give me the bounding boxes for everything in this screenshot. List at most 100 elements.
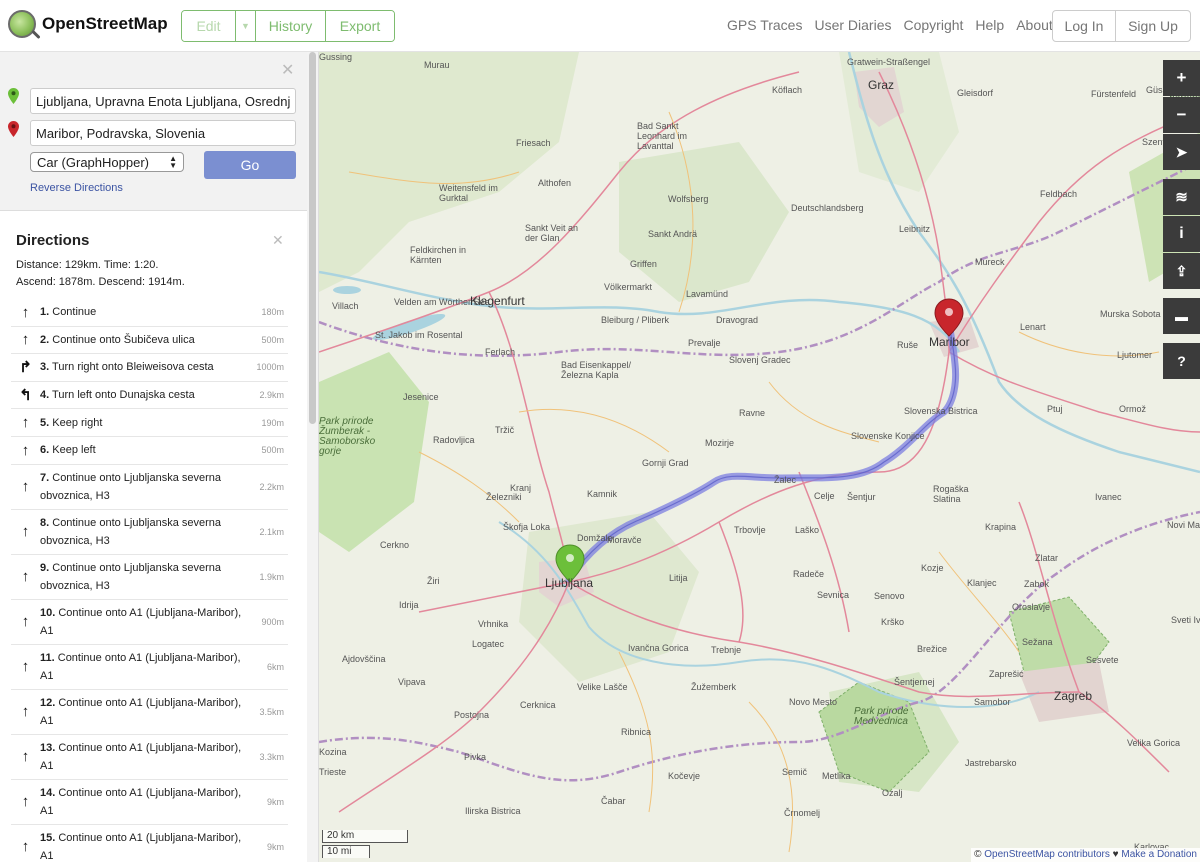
- direction-step-text: 3. Turn right onto Bleiweisova cesta: [40, 361, 214, 374]
- place-label: Novo Mesto: [789, 697, 838, 707]
- place-label: Cerknica: [520, 700, 556, 710]
- direction-step-text: 13. Continue onto A1 (Ljubljana-Maribor)…: [40, 741, 242, 772]
- routing-engine-select[interactable]: Car (GraphHopper) ▲ ▼: [30, 152, 184, 172]
- close-routing-icon[interactable]: ✕: [281, 60, 294, 80]
- route-from-input[interactable]: [30, 88, 296, 114]
- place-label: Krapina: [985, 522, 1017, 532]
- info-icon[interactable]: i: [1163, 216, 1200, 252]
- logo-text: OpenStreetMap: [42, 14, 168, 33]
- direction-step[interactable]: ↑ 13. Continue onto A1 (Ljubljana-Maribor…: [11, 735, 288, 780]
- edit-button-group: Edit ▼ History Export: [181, 10, 395, 42]
- direction-step[interactable]: ↱ 3. Turn right onto Bleiweisova cesta 100…: [11, 354, 288, 382]
- direction-step-text: 15. Continue onto A1 (Ljubljana-Maribor)…: [40, 831, 242, 862]
- place-label: Metlika: [822, 771, 851, 781]
- edit-button[interactable]: Edit: [182, 11, 236, 41]
- turn-straight-icon: ↑: [21, 838, 30, 856]
- place-label: Althofen: [538, 178, 572, 188]
- direction-step-text: 7. Continue onto Ljubljanska severna obv…: [40, 471, 222, 502]
- nav-about[interactable]: About: [1016, 17, 1053, 33]
- direction-step-text: 2. Continue onto Šubičeva ulica: [40, 333, 195, 346]
- zoom-out-button[interactable]: −: [1163, 97, 1200, 133]
- routing-form: ✕ Car (GraphHopper) ▲▼ Go Reverse Direct…: [0, 52, 307, 211]
- export-button[interactable]: Export: [326, 11, 394, 41]
- locate-arrow-icon[interactable]: ➤: [1163, 134, 1200, 170]
- turn-straight-icon: ↑: [21, 414, 30, 432]
- direction-step[interactable]: ↰ 4. Turn left onto Dunajska cesta 2.9km: [11, 382, 288, 410]
- query-features-icon[interactable]: ?: [1163, 343, 1200, 379]
- nav-copyright[interactable]: Copyright: [903, 17, 963, 33]
- direction-step[interactable]: ↑ 10. Continue onto A1 (Ljubljana-Maribor…: [11, 600, 288, 645]
- place-label: Fürstenfeld: [1091, 89, 1137, 99]
- edit-dropdown-caret-icon[interactable]: ▼: [236, 11, 256, 41]
- map-view[interactable]: Graz Maribor Ljubljana Zagreb Klagenfurt Mura…: [319, 52, 1200, 862]
- go-button[interactable]: Go: [204, 151, 296, 179]
- close-directions-icon[interactable]: ✕: [272, 232, 284, 249]
- place-label: Mureck: [975, 257, 1005, 267]
- direction-step-distance: 2.1km: [259, 526, 284, 537]
- direction-step-distance: 190m: [261, 417, 284, 428]
- attribution-osm-link[interactable]: OpenStreetMap contributors: [984, 849, 1110, 860]
- direction-step[interactable]: ↑ 2. Continue onto Šubičeva ulica 500m: [11, 327, 288, 355]
- reverse-directions-link[interactable]: Reverse Directions: [30, 182, 123, 194]
- direction-step[interactable]: ↑ 14. Continue onto A1 (Ljubljana-Maribor…: [11, 780, 288, 825]
- place-label: Črnomelj: [784, 808, 821, 818]
- place-label: Žalec: [774, 475, 797, 485]
- directions-distance-time: Distance: 129km. Time: 1:20.: [16, 259, 159, 271]
- direction-step[interactable]: ↑ 11. Continue onto A1 (Ljubljana-Maribor…: [11, 645, 288, 690]
- direction-step[interactable]: ↑ 15. Continue onto A1 (Ljubljana-Maribor…: [11, 825, 288, 862]
- place-label: Lenart: [1020, 322, 1046, 332]
- login-button[interactable]: Log In: [1053, 11, 1116, 41]
- heart-icon: ♥: [1112, 849, 1119, 860]
- place-label: Ivančna Gorica: [628, 643, 689, 653]
- osm-logo[interactable]: OpenStreetMap: [8, 10, 168, 38]
- direction-step-text: 12. Continue onto A1 (Ljubljana-Maribor)…: [40, 696, 242, 727]
- route-to-input[interactable]: [30, 120, 296, 146]
- layers-icon[interactable]: ≋: [1163, 179, 1200, 215]
- place-label: Ormož: [1119, 404, 1146, 414]
- donate-link[interactable]: Make a Donation: [1121, 849, 1197, 860]
- directions-title: Directions: [16, 232, 90, 249]
- direction-step[interactable]: ↑ 7. Continue onto Ljubljanska severna ob…: [11, 465, 288, 510]
- direction-step-distance: 500m: [261, 445, 284, 456]
- direction-step[interactable]: ↑ 1. Continue 180m: [11, 299, 288, 327]
- place-label: Železniki: [486, 492, 522, 502]
- turn-right-icon: ↱: [19, 359, 32, 377]
- place-label: Ribnica: [621, 727, 652, 737]
- place-label: Jesenice: [403, 392, 439, 402]
- place-label: Tržič: [495, 425, 515, 435]
- place-label: Dravograd: [716, 315, 759, 325]
- place-label: Ozalj: [882, 788, 903, 798]
- place-label: Zaprešić: [989, 669, 1024, 679]
- direction-step[interactable]: ↑ 6. Keep left 500m: [11, 437, 288, 465]
- direction-step-distance: 9km: [266, 841, 284, 852]
- place-label: Ptuj: [1047, 404, 1063, 414]
- place-label: Novi Marof: [1167, 520, 1200, 530]
- routing-engine-value: Car (GraphHopper): [37, 154, 149, 170]
- direction-step-text: 4. Turn left onto Dunajska cesta: [40, 389, 195, 402]
- direction-step[interactable]: ↑ 12. Continue onto A1 (Ljubljana-Maribor…: [11, 690, 288, 735]
- history-button[interactable]: History: [256, 11, 326, 41]
- share-icon[interactable]: ⇪: [1163, 253, 1200, 289]
- turn-straight-icon: ↑: [21, 568, 30, 586]
- direction-step[interactable]: ↑ 8. Continue onto Ljubljanska severna ob…: [11, 510, 288, 555]
- zoom-in-button[interactable]: +: [1163, 60, 1200, 96]
- direction-step-distance: 3.5km: [259, 706, 284, 717]
- direction-step[interactable]: ↑ 5. Keep right 190m: [11, 409, 288, 437]
- auth-buttons: Log In Sign Up: [1052, 10, 1191, 42]
- place-label: Villach: [332, 301, 359, 311]
- place-label: Radovljica: [433, 435, 475, 445]
- place-label: Griffen: [630, 259, 657, 269]
- signup-button[interactable]: Sign Up: [1116, 11, 1190, 41]
- place-label: Prevalje: [688, 338, 721, 348]
- nav-user-diaries[interactable]: User Diaries: [814, 17, 891, 33]
- place-label: Slovenske Konjice: [851, 431, 925, 441]
- note-comment-icon[interactable]: ▬: [1163, 298, 1200, 334]
- place-label: Trebnje: [711, 645, 742, 655]
- direction-step-text: 1. Continue: [40, 306, 97, 319]
- nav-help[interactable]: Help: [975, 17, 1004, 33]
- place-label: Klanjec: [967, 578, 997, 588]
- nav-gps-traces[interactable]: GPS Traces: [727, 17, 802, 33]
- direction-step[interactable]: ↑ 9. Continue onto Ljubljanska severna ob…: [11, 555, 288, 600]
- sidebar-scrollbar-thumb[interactable]: [309, 52, 316, 424]
- direction-step-distance: 9km: [266, 796, 284, 807]
